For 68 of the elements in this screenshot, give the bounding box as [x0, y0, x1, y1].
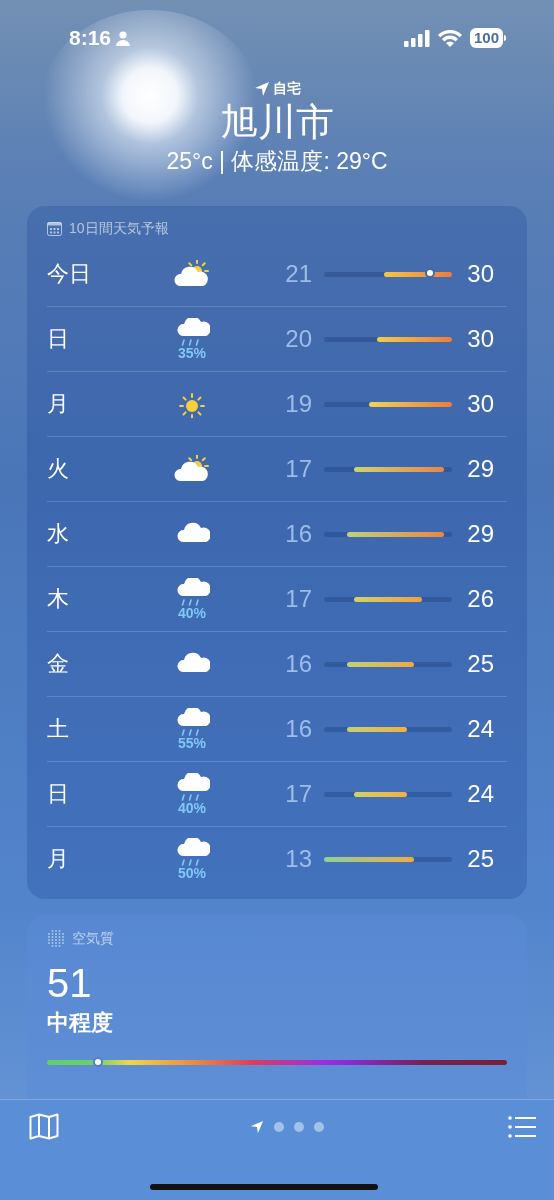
high-temperature: 24	[466, 780, 494, 808]
location-arrow-icon	[253, 81, 270, 97]
wifi-icon	[437, 29, 462, 47]
day-label: 月	[47, 845, 70, 873]
rain-cloud-icon	[174, 772, 210, 801]
battery-icon: 100	[469, 28, 503, 48]
air-quality-category: 中程度	[47, 1009, 114, 1037]
rain-cloud-icon	[174, 837, 210, 866]
rain-cloud-icon	[174, 577, 210, 606]
temperature-range-bar	[354, 791, 407, 797]
low-temperature: 13	[284, 845, 313, 873]
page-dot[interactable]	[313, 1121, 324, 1132]
rain-cloud-icon	[174, 317, 210, 346]
city-name: 旭川市	[220, 100, 334, 144]
temperature-range-bar	[346, 726, 407, 732]
high-temperature: 30	[466, 325, 494, 353]
temperature-range-bar	[346, 661, 415, 667]
high-temperature: 29	[466, 455, 494, 483]
location-label: 自宅	[272, 80, 301, 98]
precipitation-chance: 40%	[178, 605, 206, 621]
low-temperature: 19	[284, 390, 313, 418]
day-label: 土	[47, 715, 70, 743]
temperature-range-bar	[354, 596, 422, 602]
low-temperature: 16	[284, 715, 313, 743]
day-label: 今日	[47, 260, 92, 288]
day-label: 水	[47, 520, 70, 548]
low-temperature: 20	[284, 325, 313, 353]
air-quality-icon	[47, 929, 65, 949]
page-dot[interactable]	[293, 1121, 304, 1132]
temperature-range-bar	[384, 271, 452, 277]
location-arrow-icon[interactable]	[249, 1119, 264, 1134]
high-temperature: 26	[466, 585, 494, 613]
clock: 8:16	[69, 26, 112, 50]
list-icon[interactable]	[508, 1115, 536, 1138]
air-quality-value: 51	[47, 961, 93, 1005]
high-temperature: 29	[466, 520, 494, 548]
precipitation-chance: 50%	[178, 865, 206, 881]
day-label: 日	[47, 780, 70, 808]
low-temperature: 17	[284, 780, 313, 808]
low-temperature: 17	[284, 455, 313, 483]
section-title: 10日間天気予報	[69, 220, 169, 238]
day-label: 金	[47, 650, 70, 678]
high-temperature: 30	[466, 260, 494, 288]
person-icon	[116, 30, 131, 46]
precipitation-chance: 35%	[178, 345, 206, 361]
calendar-icon	[47, 222, 62, 236]
high-temperature: 25	[466, 650, 494, 678]
precipitation-chance: 40%	[178, 800, 206, 816]
low-temperature: 21	[284, 260, 313, 288]
rain-cloud-icon	[174, 707, 210, 736]
precipitation-chance: 55%	[178, 735, 206, 751]
page-dot[interactable]	[273, 1121, 284, 1132]
map-icon[interactable]	[29, 1113, 59, 1140]
signal-icon	[403, 29, 430, 47]
section-title: 空気質	[72, 930, 114, 948]
sun-cloud-icon	[174, 455, 210, 483]
day-label: 火	[47, 455, 70, 483]
low-temperature: 17	[284, 585, 313, 613]
day-label: 日	[47, 325, 70, 353]
high-temperature: 30	[466, 390, 494, 418]
day-label: 月	[47, 390, 70, 418]
low-temperature: 16	[284, 650, 313, 678]
sun-cloud-icon	[174, 260, 210, 288]
current-conditions: 25°c | 体感温度: 29°C	[166, 147, 388, 176]
high-temperature: 25	[466, 845, 494, 873]
low-temperature: 16	[284, 520, 313, 548]
high-temperature: 24	[466, 715, 494, 743]
day-label: 木	[47, 585, 70, 613]
